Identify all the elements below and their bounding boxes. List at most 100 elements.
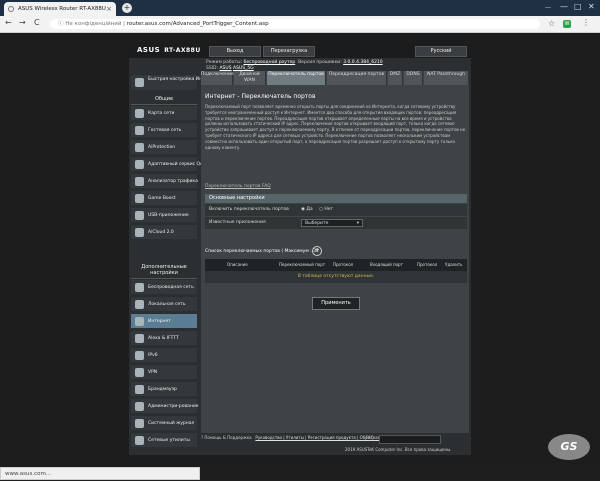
empty-table-message: В таблице отсутствуют данные. [205, 271, 467, 283]
enable-row: Включить переключатель портов ◉ Да ○ Нет [205, 204, 467, 217]
menu-icon [135, 194, 144, 203]
menu-icon [135, 368, 144, 377]
tab-item[interactable]: Двойной WAN [234, 71, 266, 85]
faq-label: FAQ [366, 435, 374, 440]
url-input[interactable]: ⓘ Не конфіденційний | router.asus.com/Ad… [50, 19, 540, 29]
bookmark-star-icon[interactable]: ☆ [548, 19, 555, 28]
router-panel: ASUS RT-AX88U Выход Перезагрузка Русский … [129, 43, 471, 455]
advanced-item[interactable]: Сетевые утилиты [131, 432, 197, 447]
tab-item[interactable]: DMZ [388, 71, 403, 85]
advanced-item[interactable]: IPv6 [131, 347, 197, 362]
window-close-button[interactable]: ✕ [588, 2, 595, 11]
menu-icon [135, 385, 144, 394]
page-description: Переключаемый порт позволяет временно от… [205, 104, 466, 150]
menu-icon [135, 160, 144, 169]
settings-tabs: Подключение Двойной WAN Переключатель порт… [201, 71, 469, 85]
security-indicator[interactable]: ⓘ Не конфіденційний [58, 21, 121, 27]
advanced-item[interactable]: Администри-рование [131, 398, 199, 413]
table-column-header: Переключаемый порт [279, 262, 326, 267]
trigger-table-header: Описание Переключаемый порт Протокол Входящ… [205, 259, 467, 271]
menu-icon[interactable]: ⋮ [582, 18, 590, 27]
advanced-item[interactable]: Беспроводная сеть [131, 279, 197, 294]
sidebar-advanced-header: Дополнительные настройки [131, 263, 197, 279]
minimize-button[interactable]: — [560, 2, 568, 11]
table-column-header: Удалить [445, 262, 463, 267]
table-column-header: Протокол [333, 262, 354, 267]
trigger-list-title: Список переключаемых портов ( Максимум :… [205, 249, 323, 254]
menu-icon [135, 109, 144, 118]
fw-link[interactable]: 3.0.0.4.384_6210 [343, 60, 382, 65]
sidebar-quick-setup[interactable]: Быстрая настройка Интернет [131, 74, 219, 90]
help-icon: ? [201, 435, 204, 440]
tab-item[interactable]: NAT Passthrough [424, 71, 469, 85]
general-item[interactable]: AiProtection [131, 139, 197, 154]
chevron-down-icon: ▾ [356, 221, 359, 226]
basic-settings-header: Основные настройки [205, 194, 467, 203]
table-column-header: Описание [227, 262, 248, 267]
tab-item[interactable]: Переадресация портов [327, 71, 387, 85]
general-item[interactable]: Анализатор трафика [131, 173, 198, 188]
known-apps-row: Известные приложения Выберите ▾ [205, 217, 467, 230]
add-rule-button[interactable]: + [312, 246, 322, 256]
browser-status-bar: www.asus.com... [0, 467, 200, 480]
user-icon[interactable]: — [545, 4, 551, 11]
wizard-icon [135, 78, 144, 87]
enable-label: Включить переключатель портов [209, 207, 289, 212]
faq-link[interactable]: Переключатель портов FAQ [205, 184, 271, 189]
general-item[interactable]: Адаптивный сервис QoS [131, 156, 206, 171]
menu-icon [135, 317, 144, 326]
radio-no[interactable]: ○ Нет [319, 207, 333, 212]
menu-icon [135, 177, 144, 186]
general-item[interactable]: Карта сети [131, 105, 197, 120]
menu-icon [135, 436, 144, 445]
reboot-button[interactable]: Перезагрузка [263, 46, 315, 57]
menu-icon [135, 300, 144, 309]
globe-icon [8, 6, 14, 12]
tab-title: ASUS Wireless Router RT-AX88U [18, 6, 106, 12]
router-topbar: ASUS RT-AX88U Выход Перезагрузка Русский [129, 43, 471, 58]
forward-icon[interactable]: → [19, 18, 26, 27]
browser-tab-strip: ASUS Wireless Router RT-AX88U × + — — □ … [0, 0, 600, 16]
extension-icon[interactable]: W [563, 20, 571, 28]
menu-icon [135, 334, 144, 343]
maximize-button[interactable]: □ [574, 2, 582, 11]
general-item[interactable]: Гостевая сеть [131, 122, 197, 137]
advanced-item[interactable]: Интернет [131, 313, 197, 328]
back-icon[interactable]: ← [5, 18, 12, 27]
apply-button[interactable]: Применить [312, 297, 360, 310]
help-label[interactable]: Помощь & Поддержка [204, 435, 251, 440]
advanced-item[interactable]: Локальная сеть [131, 296, 197, 311]
model-name: RT-AX88U [164, 47, 201, 54]
tab-item[interactable]: Подключение [201, 71, 234, 85]
tab-item[interactable]: Переключатель портов [267, 71, 326, 85]
general-item[interactable]: AiCloud 2.0 [131, 224, 197, 239]
browser-tab[interactable]: ASUS Wireless Router RT-AX88U × [4, 2, 116, 16]
tab-item[interactable]: DDNS [404, 71, 423, 85]
watermark-logo: GS [548, 434, 590, 460]
menu-icon [135, 211, 144, 220]
menu-icon [135, 143, 144, 152]
copyright: 2019 ASUSTeK Computer Inc. Все права защ… [345, 447, 452, 452]
main-content: Подключение Двойной WAN Переключатель порт… [201, 71, 469, 433]
known-apps-select[interactable]: Выберите ▾ [301, 219, 363, 227]
logout-button[interactable]: Выход [209, 46, 261, 57]
menu-icon [135, 351, 144, 360]
menu-icon [135, 126, 144, 135]
radio-yes[interactable]: ◉ Да [301, 207, 313, 212]
advanced-item[interactable]: Alexa & IFTTT [131, 330, 197, 345]
advanced-item[interactable]: VPN [131, 364, 197, 379]
menu-icon [135, 283, 144, 292]
advanced-item[interactable]: Брандмауэр [131, 381, 197, 396]
asus-logo: ASUS RT-AX88U [137, 46, 201, 54]
general-item[interactable]: USB-приложение [131, 207, 197, 222]
language-select[interactable]: Русский [415, 46, 467, 57]
menu-icon [135, 228, 144, 237]
reload-icon[interactable]: C [34, 18, 40, 27]
mode-link[interactable]: беспроводной роутер [244, 60, 296, 65]
sidebar-general-header: Общие [131, 95, 197, 105]
close-icon[interactable]: × [106, 2, 112, 16]
general-item[interactable]: Game Boost [131, 190, 197, 205]
new-tab-button[interactable]: + [122, 3, 132, 13]
advanced-item[interactable]: Системный журнал [131, 415, 197, 430]
faq-search-input[interactable] [379, 435, 441, 444]
